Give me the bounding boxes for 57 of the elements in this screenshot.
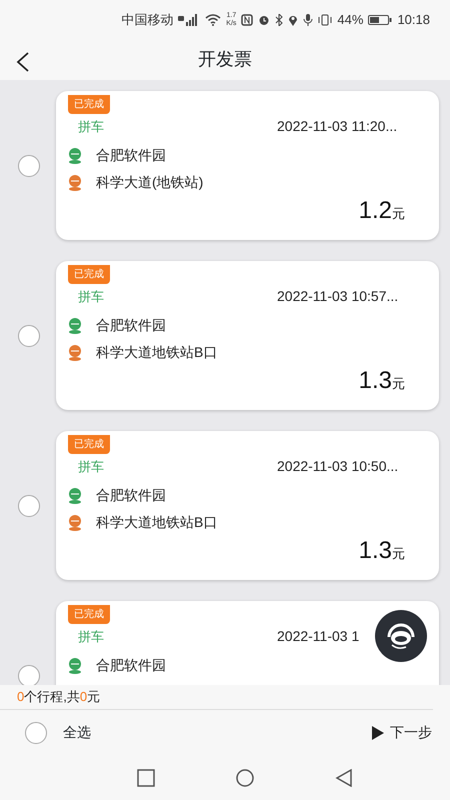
end-pin-icon (68, 514, 82, 530)
trip-type: 拼车 (78, 118, 104, 136)
location-icon (288, 14, 298, 26)
location-name: 科学大道(地铁站) (96, 173, 204, 192)
location-name: 合肥软件园 (96, 316, 166, 335)
start-pin-icon (68, 148, 82, 164)
select-all-label: 全选 (63, 723, 91, 742)
microphone-icon (303, 14, 314, 26)
location-name: 科学大道地铁站B口 (96, 513, 218, 532)
end-pin-icon (68, 174, 82, 190)
status-tag: 已完成 (68, 605, 110, 624)
trip-summary: 0个行程,共0元 (0, 685, 433, 710)
trip-type: 拼车 (78, 288, 104, 306)
trip-type: 拼车 (78, 458, 104, 476)
play-icon (372, 726, 384, 740)
radio-button[interactable] (18, 494, 40, 516)
back-icon (335, 768, 353, 786)
location-name: 合肥软件园 (96, 146, 166, 165)
start-pin-icon (68, 488, 82, 504)
location-name: 合肥软件园 (96, 656, 166, 675)
battery-icon (368, 14, 392, 26)
trip-time: 2022-11-03 10:50... (277, 458, 398, 474)
location-name: 合肥软件园 (96, 486, 166, 505)
trip-card[interactable]: 已完成 拼车 2022-11-03 11:20... 合肥软件园 科学大道(地铁站) 1.2元 (56, 91, 439, 240)
radio-button[interactable] (18, 664, 40, 685)
radio-button[interactable] (18, 324, 40, 346)
trip-card[interactable]: 已完成 拼车 2022-11-03 1 合肥软件园 (56, 601, 439, 685)
trip-time: 2022-11-03 11:20... (277, 118, 398, 134)
vibrate-icon (318, 14, 332, 26)
status-tag: 已完成 (68, 435, 110, 454)
trip-time: 2022-11-03 10:57... (277, 288, 398, 304)
next-step-button[interactable]: 下一步 (372, 722, 432, 743)
trip-price: 1.3元 (358, 366, 405, 396)
trip-card[interactable]: 已完成 拼车 2022-11-03 10:57... 合肥软件园 科学大道地铁站B口 1.3元 (56, 261, 439, 410)
trip-time: 2022-11-03 1 (277, 628, 360, 644)
clock-time: 10:18 (397, 11, 430, 30)
home-icon (235, 768, 255, 786)
nfc-icon (241, 14, 254, 26)
location-name: 科学大道地铁站B口 (96, 343, 218, 362)
trip-price: 1.2元 (358, 196, 405, 226)
alarm-icon (258, 14, 270, 26)
carrier-name: 中国移动 (121, 11, 174, 30)
wifi-icon (205, 14, 222, 26)
end-pin-icon (68, 344, 82, 360)
recents-icon (137, 768, 155, 786)
trip-type: 拼车 (78, 628, 104, 646)
bluetooth-icon (275, 14, 284, 26)
trip-price: 1.3元 (358, 536, 405, 566)
select-all-radio[interactable] (25, 722, 47, 744)
start-pin-icon (68, 318, 82, 334)
battery-percent: 44% (337, 11, 364, 30)
status-tag: 已完成 (68, 265, 110, 284)
trip-card[interactable]: 已完成 拼车 2022-11-03 10:50... 合肥软件园 科学大道地铁站B口 1.3元 (56, 431, 439, 580)
radio-button[interactable] (18, 154, 40, 176)
start-pin-icon (68, 658, 82, 674)
page-title: 开发票 (198, 49, 252, 71)
status-tag: 已完成 (68, 95, 110, 114)
